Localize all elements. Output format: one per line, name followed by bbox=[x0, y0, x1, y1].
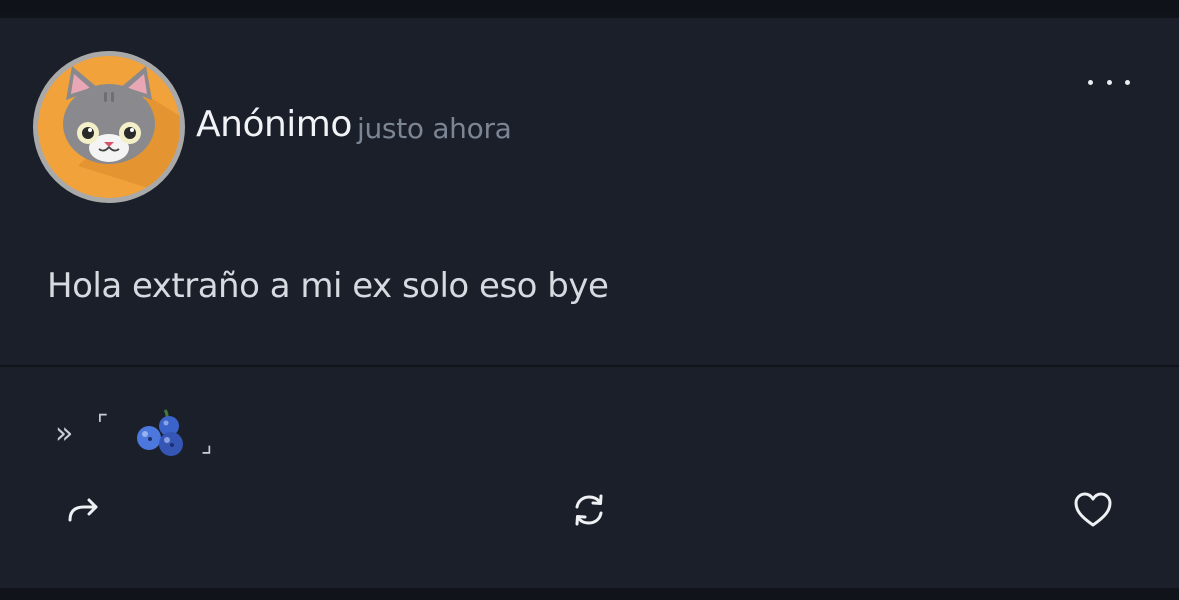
bottom-strip bbox=[0, 588, 1179, 600]
double-chevron-icon: » bbox=[55, 416, 74, 451]
author-name[interactable]: Anónimo bbox=[196, 104, 352, 145]
post-timestamp: justo ahora bbox=[357, 112, 512, 145]
repost-icon bbox=[575, 494, 603, 526]
repost-button[interactable] bbox=[567, 488, 611, 532]
cat-face-icon bbox=[63, 66, 180, 198]
dot-icon bbox=[1088, 79, 1093, 85]
share-button[interactable] bbox=[62, 488, 106, 532]
share-arrow-icon bbox=[68, 498, 98, 522]
divider bbox=[0, 365, 1179, 367]
post-card[interactable]: Anónimo justo ahora Hola extraño a mi ex… bbox=[0, 18, 1179, 588]
dot-icon bbox=[1125, 79, 1130, 85]
more-options-button[interactable] bbox=[1088, 70, 1130, 94]
tag-close-bracket: ⌟ bbox=[201, 430, 213, 458]
heart-icon bbox=[1074, 492, 1112, 527]
blueberries-icon bbox=[131, 408, 189, 462]
avatar[interactable] bbox=[33, 51, 185, 203]
tag-open-bracket: ⌜ bbox=[97, 410, 109, 438]
like-button[interactable] bbox=[1071, 488, 1115, 532]
top-strip bbox=[0, 0, 1179, 10]
post-body: Hola extraño a mi ex solo eso bye bbox=[47, 266, 609, 306]
dot-icon bbox=[1106, 79, 1112, 85]
